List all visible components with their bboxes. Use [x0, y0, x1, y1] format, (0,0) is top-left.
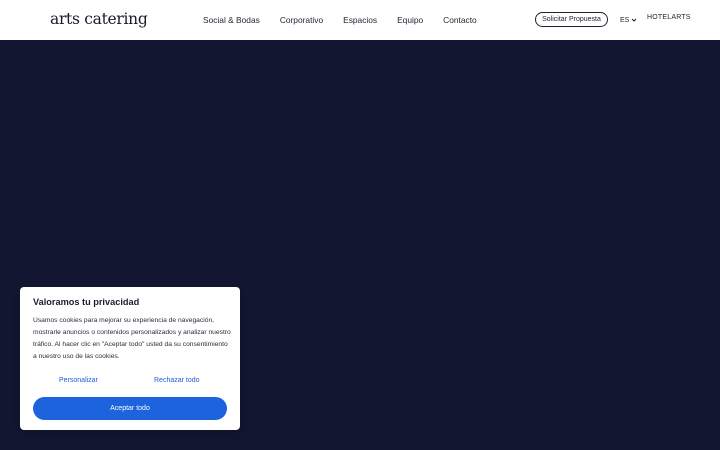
- cookie-description: Usamos cookies para mejorar su experienc…: [33, 317, 231, 360]
- nav-item-contacto[interactable]: Contacto: [443, 15, 477, 25]
- nav-item-corporativo[interactable]: Corporativo: [280, 15, 323, 25]
- main-nav: Social & Bodas Corporativo Espacios Equi…: [196, 0, 497, 40]
- hotelarts-link[interactable]: HOTELARTS: [647, 14, 691, 21]
- accept-all-button[interactable]: Aceptar todo: [33, 397, 227, 420]
- request-proposal-button[interactable]: Solicitar Propuesta: [535, 12, 608, 27]
- language-selector[interactable]: ES: [620, 14, 637, 26]
- customize-button[interactable]: Personalizar: [59, 377, 98, 384]
- nav-item-social-bodas[interactable]: Social & Bodas: [203, 15, 260, 25]
- nav-item-equipo[interactable]: Equipo: [397, 15, 423, 25]
- cookie-title: Valoramos tu privacidad: [33, 297, 140, 307]
- page: arts catering Social & Bodas Corporativo…: [0, 0, 720, 450]
- reject-all-button[interactable]: Rechazar todo: [154, 377, 200, 384]
- site-logo[interactable]: arts catering: [50, 9, 148, 29]
- nav-item-espacios[interactable]: Espacios: [343, 15, 377, 25]
- site-header: arts catering Social & Bodas Corporativo…: [0, 0, 720, 40]
- language-code: ES: [620, 16, 630, 24]
- chevron-down-icon: [631, 17, 637, 23]
- cookie-consent-dialog: Valoramos tu privacidad Usamos cookies p…: [20, 287, 240, 430]
